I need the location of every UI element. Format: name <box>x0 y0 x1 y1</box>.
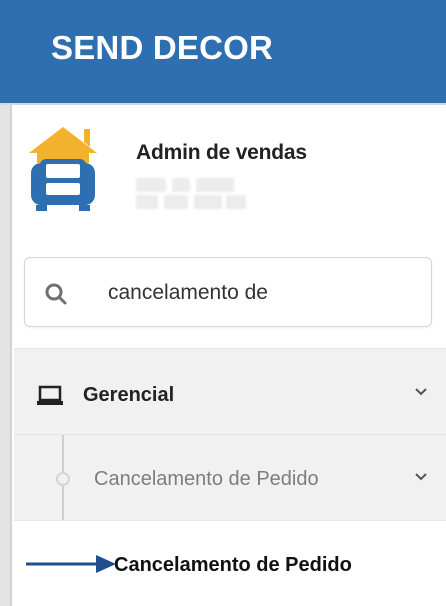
search-input[interactable]: cancelamento de <box>24 257 432 327</box>
submenu-label: Cancelamento de Pedido <box>94 468 319 490</box>
menu-item-gerencial[interactable]: Gerencial <box>14 348 446 434</box>
chevron-down-icon[interactable] <box>414 387 428 397</box>
menu-label-gerencial: Gerencial <box>83 384 175 406</box>
app-header: SEND DECOR <box>0 0 446 105</box>
brand-title: SEND DECOR <box>51 29 274 66</box>
submenu-cancelamento-de-pedido[interactable]: Cancelamento de Pedido <box>14 434 446 521</box>
profile-redacted-info <box>136 178 254 212</box>
tree-node-dot <box>56 472 70 486</box>
profile-panel: Admin de vendas <box>12 105 446 245</box>
chevron-down-icon[interactable] <box>414 472 428 482</box>
search-icon <box>45 283 67 305</box>
search-value: cancelamento de <box>108 281 268 304</box>
menu-item-cancelamento-de-pedido[interactable]: Cancelamento de Pedido <box>14 520 446 606</box>
monitor-icon <box>37 385 63 405</box>
profile-name: Admin de vendas <box>136 141 307 164</box>
menu-item-label: Cancelamento de Pedido <box>114 554 352 576</box>
armchair-house-logo <box>29 127 97 211</box>
pointer-arrow-icon <box>26 555 116 573</box>
